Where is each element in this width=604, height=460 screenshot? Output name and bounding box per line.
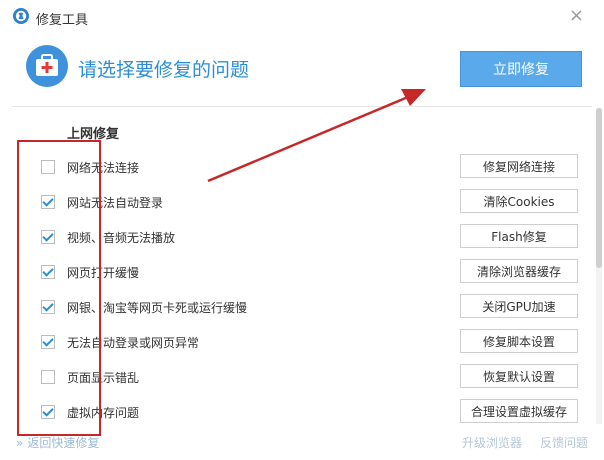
restore-defaults-button[interactable]: 恢复默认设置 (460, 364, 578, 388)
repair-row-network: 网络无法连接 修复网络连接 (0, 150, 604, 185)
scroll-thumb[interactable] (596, 108, 602, 268)
repair-row-slow-page: 网页打开缓慢 清除浏览器缓存 (0, 255, 604, 290)
set-virtual-cache-button[interactable]: 合理设置虚拟缓存 (460, 399, 578, 423)
repair-row-display: 页面显示错乱 恢复默认设置 (0, 360, 604, 395)
checkbox[interactable] (41, 195, 55, 209)
scrollbar[interactable] (596, 108, 602, 424)
feedback-link[interactable]: 反馈问题 (540, 434, 588, 451)
back-to-quick-repair-link[interactable]: » 返回快速修复 (16, 434, 99, 451)
repair-item-label: 网络无法连接 (67, 161, 140, 175)
repair-now-button[interactable]: 立即修复 (460, 51, 582, 87)
repair-item-label: 视频、音频无法播放 (67, 231, 176, 245)
back-label: 返回快速修复 (27, 436, 100, 450)
repair-row-login: 网站无法自动登录 清除Cookies (0, 185, 604, 220)
title-bar: 修复工具 × (0, 0, 604, 34)
repair-row-memory: 虚拟内存问题 合理设置虚拟缓存 (0, 395, 604, 430)
repair-network-button[interactable]: 修复网络连接 (460, 154, 578, 178)
checkbox[interactable] (41, 230, 55, 244)
repair-item-label: 页面显示错乱 (67, 371, 140, 385)
checkbox[interactable] (41, 335, 55, 349)
close-icon[interactable]: × (569, 5, 584, 26)
section-title: 上网修复 (67, 127, 120, 142)
first-aid-kit-icon (26, 45, 68, 87)
checkbox[interactable] (41, 300, 55, 314)
repair-script-button[interactable]: 修复脚本设置 (460, 329, 578, 353)
repair-row-media: 视频、音频无法播放 Flash修复 (0, 220, 604, 255)
flash-repair-button[interactable]: Flash修复 (460, 224, 578, 248)
browser-logo-icon (13, 8, 29, 24)
checkbox[interactable] (41, 405, 55, 419)
repair-item-label: 虚拟内存问题 (67, 406, 140, 420)
checkbox[interactable] (41, 160, 55, 174)
header-prompt: 请选择要修复的问题 (78, 59, 250, 81)
repair-row-script: 无法自动登录或网页异常 修复脚本设置 (0, 325, 604, 360)
upgrade-browser-link[interactable]: 升级浏览器 (462, 434, 522, 451)
checkbox[interactable] (41, 370, 55, 384)
double-chevron-icon: » (16, 436, 24, 450)
window-title: 修复工具 (36, 13, 89, 28)
repair-item-label: 网银、淘宝等网页卡死或运行缓慢 (67, 301, 248, 315)
clear-cookies-button[interactable]: 清除Cookies (460, 189, 578, 213)
repair-item-label: 网页打开缓慢 (67, 266, 140, 280)
checkbox[interactable] (41, 265, 55, 279)
repair-row-banking: 网银、淘宝等网页卡死或运行缓慢 关闭GPU加速 (0, 290, 604, 325)
disable-gpu-button[interactable]: 关闭GPU加速 (460, 294, 578, 318)
repair-item-label: 网站无法自动登录 (67, 196, 164, 210)
clear-cache-button[interactable]: 清除浏览器缓存 (460, 259, 578, 283)
header-divider (12, 106, 592, 107)
repair-item-label: 无法自动登录或网页异常 (67, 336, 200, 350)
